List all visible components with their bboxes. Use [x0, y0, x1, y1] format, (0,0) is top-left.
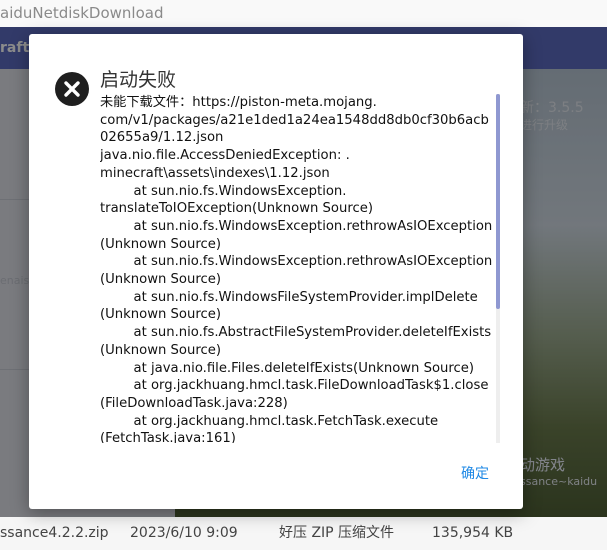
dialog-title: 启动失败 [100, 69, 177, 91]
ok-button[interactable]: 确定 [451, 462, 499, 486]
error-dialog: 启动失败 未能下载文件：https://piston-meta.mojang. … [29, 34, 523, 509]
file-size: 135,954 KB [432, 525, 514, 541]
error-icon [55, 72, 89, 106]
file-date: 2023/6/10 9:09 [130, 525, 238, 541]
file-list-row[interactable]: ssance4.2.2.zip 2023/6/10 9:09 好压 ZIP 压缩… [0, 517, 607, 550]
file-name: ssance4.2.2.zip [0, 525, 109, 541]
error-message-scroll-area[interactable]: 未能下载文件：https://piston-meta.mojang. com/v… [100, 94, 498, 443]
explorer-title-bar: aiduNetdiskDownload [0, 0, 607, 27]
file-type: 好压 ZIP 压缩文件 [279, 525, 395, 541]
scrollbar-thumb[interactable] [496, 94, 500, 309]
error-message-text: 未能下载文件：https://piston-meta.mojang. com/v… [100, 95, 493, 443]
